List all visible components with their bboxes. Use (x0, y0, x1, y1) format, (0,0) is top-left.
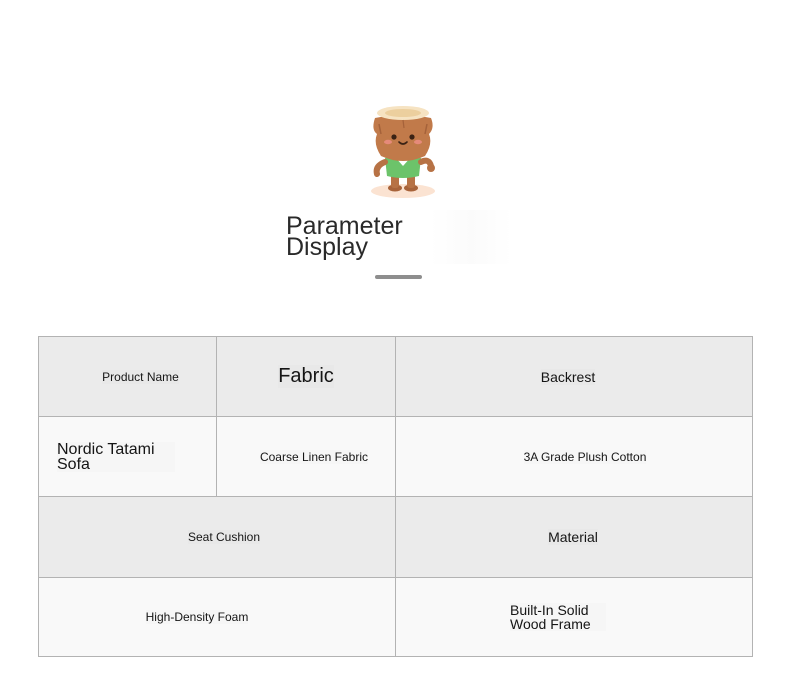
backrest-value: 3A Grade Plush Cotton (523, 449, 647, 464)
seat-cushion-value: High-Density Foam (145, 610, 249, 624)
material-label-cell: Material (395, 496, 753, 578)
page-title: Parameter Display (286, 212, 403, 261)
material-label: Material (548, 529, 598, 545)
parameter-display-page: Parameter Display Product Name Fabric Ba… (0, 0, 790, 684)
seat-cushion-label-cell: Seat Cushion (38, 496, 396, 578)
title-underline (375, 275, 422, 279)
table-row: High-Density Foam Built-In Solid Wood Fr… (38, 577, 753, 657)
product-name-label: Product Name (102, 369, 179, 384)
fabric-label-cell: Fabric (216, 336, 396, 417)
seat-cushion-value-cell: High-Density Foam (38, 577, 396, 657)
material-value: Built-In Solid Wood Frame (510, 602, 591, 632)
product-name-value: Nordic Tatami Sofa (57, 440, 155, 473)
tree-stump-mascot-icon (371, 106, 435, 198)
material-value-cell: Built-In Solid Wood Frame (395, 577, 753, 657)
fabric-value-cell: Coarse Linen Fabric (216, 416, 396, 497)
backrest-label-cell: Backrest (395, 336, 753, 417)
product-name-label-cell: Product Name (38, 336, 217, 417)
seat-cushion-label: Seat Cushion (187, 530, 261, 544)
parameter-table: Product Name Fabric Backrest Nordic Tata… (38, 336, 753, 657)
title-shadow-decoration (430, 210, 512, 264)
table-row: Seat Cushion Material (38, 496, 753, 578)
fabric-value: Coarse Linen Fabric (259, 449, 369, 464)
table-row: Product Name Fabric Backrest (38, 336, 753, 417)
fabric-label: Fabric (278, 365, 334, 387)
backrest-label: Backrest (540, 368, 596, 385)
backrest-value-cell: 3A Grade Plush Cotton (395, 416, 753, 497)
table-row: Nordic Tatami Sofa Coarse Linen Fabric 3… (38, 416, 753, 497)
product-name-value-cell: Nordic Tatami Sofa (38, 416, 217, 497)
